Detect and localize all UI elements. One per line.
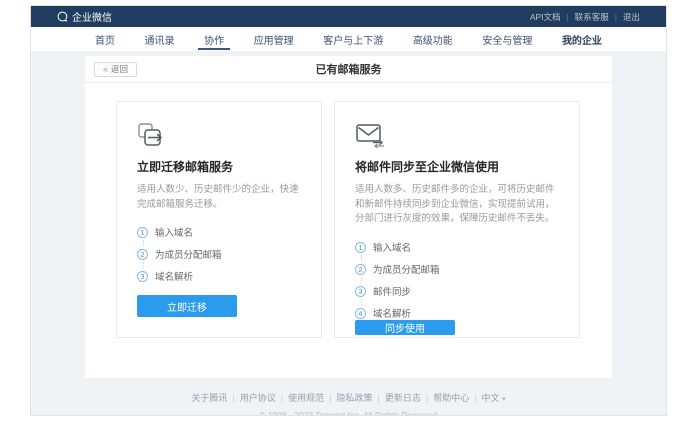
sync-card: 将邮件同步至企业微信使用 适用人数多、历史邮件多的企业，可将历史邮件和新邮件持续… [334, 101, 580, 338]
nav-tab[interactable]: 协作 [202, 27, 226, 51]
step-number: 1 [137, 227, 148, 238]
main-nav: 首页 通讯录 协作 应用管理 客户与上下游 高级功能 安全与管理 我的企业 [31, 27, 666, 51]
migrate-icon [137, 122, 301, 148]
option-cards: 立即迁移邮箱服务 适用人数少、历史邮件少的企业，快速完成邮箱服务迁移。 1 输入… [85, 83, 612, 338]
step-number: 1 [355, 242, 366, 253]
nav-tab[interactable]: 安全与管理 [480, 27, 534, 51]
nav-tab[interactable]: 我的企业 [560, 27, 604, 51]
step-label: 邮件同步 [373, 284, 411, 298]
step-number: 4 [355, 308, 366, 319]
brand-logo: 企业微信 [57, 9, 112, 24]
step-number: 2 [355, 264, 366, 275]
back-button[interactable]: « 返回 [94, 62, 137, 77]
card-description: 适用人数少、历史邮件少的企业，快速完成邮箱服务迁移。 [137, 183, 301, 212]
step-item: 3 邮件同步 [355, 284, 559, 298]
mail-service-panel: « 返回 已有邮箱服务 立即迁移邮箱服务 [85, 56, 612, 378]
nav-tab[interactable]: 应用管理 [252, 27, 296, 51]
step-item: 4 域名解析 [355, 306, 559, 320]
step-item: 2 为成员分配邮箱 [137, 247, 301, 261]
footer-link[interactable]: 隐私政策 [336, 391, 384, 404]
migrate-now-button[interactable]: 立即迁移 [137, 295, 237, 317]
card-title: 将邮件同步至企业微信使用 [355, 158, 559, 175]
step-number: 3 [137, 271, 148, 282]
nav-tab[interactable]: 通讯录 [143, 27, 177, 51]
step-number: 2 [137, 249, 148, 260]
panel-header: « 返回 已有邮箱服务 [85, 56, 612, 83]
topbar-link[interactable]: API文档 [530, 11, 575, 23]
step-item: 1 输入域名 [355, 240, 559, 254]
card-title: 立即迁移邮箱服务 [137, 158, 301, 175]
app-window: 企业微信 API文档联系客服退出 首页 通讯录 协作 应用管理 客户与上下游 高级功能 安全… [30, 5, 667, 416]
migrate-steps: 1 输入域名 2 为成员分配邮箱 3 域名解析 [137, 225, 301, 283]
migrate-card: 立即迁移邮箱服务 适用人数少、历史邮件少的企业，快速完成邮箱服务迁移。 1 输入… [116, 101, 322, 338]
step-label: 域名解析 [155, 269, 193, 283]
back-label: 返回 [111, 63, 128, 75]
caret-down-icon: ▾ [502, 396, 506, 403]
sync-steps: 1 输入域名 2 为成员分配邮箱 3 邮件同步 [355, 240, 559, 320]
step-item: 3 域名解析 [137, 269, 301, 283]
step-label: 为成员分配邮箱 [373, 262, 440, 276]
step-label: 域名解析 [373, 306, 411, 320]
copyright: © 1998 - 2023 Tencent Inc. All Rights Re… [31, 410, 666, 416]
nav-tab[interactable]: 首页 [93, 27, 117, 51]
sync-use-button[interactable]: 同步使用 [355, 320, 455, 335]
language-selector[interactable]: 中文 ▾ [482, 393, 506, 403]
footer-link[interactable]: 使用规范 [288, 391, 336, 404]
mail-sync-icon [355, 122, 559, 148]
footer-link[interactable]: 关于腾讯 [191, 391, 239, 404]
topbar: 企业微信 API文档联系客服退出 [31, 6, 666, 27]
footer-link[interactable]: 用户协议 [240, 391, 288, 404]
brand-name: 企业微信 [72, 9, 112, 24]
back-chevron-icon: « [103, 64, 108, 74]
page-title: 已有邮箱服务 [85, 61, 612, 77]
topbar-links: API文档联系客服退出 [530, 11, 640, 23]
step-label: 输入域名 [155, 225, 193, 239]
step-item: 2 为成员分配邮箱 [355, 262, 559, 276]
nav-tab[interactable]: 高级功能 [411, 27, 455, 51]
footer-link[interactable]: 帮助中心 [433, 391, 481, 404]
topbar-link[interactable]: 退出 [623, 11, 640, 23]
step-item: 1 输入域名 [137, 225, 301, 239]
footer: 关于腾讯用户协议使用规范隐私政策更新日志帮助中心中文 ▾ © 1998 - 20… [31, 388, 666, 416]
card-description: 适用人数多、历史邮件多的企业，可将历史邮件和新邮件持续同步到企业微信，实现提前试… [355, 183, 559, 227]
step-label: 输入域名 [373, 240, 411, 254]
wework-bubble-icon [57, 11, 68, 22]
footer-links: 关于腾讯用户协议使用规范隐私政策更新日志帮助中心 [191, 391, 481, 404]
step-label: 为成员分配邮箱 [155, 247, 222, 261]
footer-link[interactable]: 更新日志 [385, 391, 433, 404]
step-number: 3 [355, 286, 366, 297]
topbar-link[interactable]: 联系客服 [575, 11, 623, 23]
content-area: « 返回 已有邮箱服务 立即迁移邮箱服务 [31, 51, 666, 416]
nav-tab[interactable]: 客户与上下游 [321, 27, 385, 51]
